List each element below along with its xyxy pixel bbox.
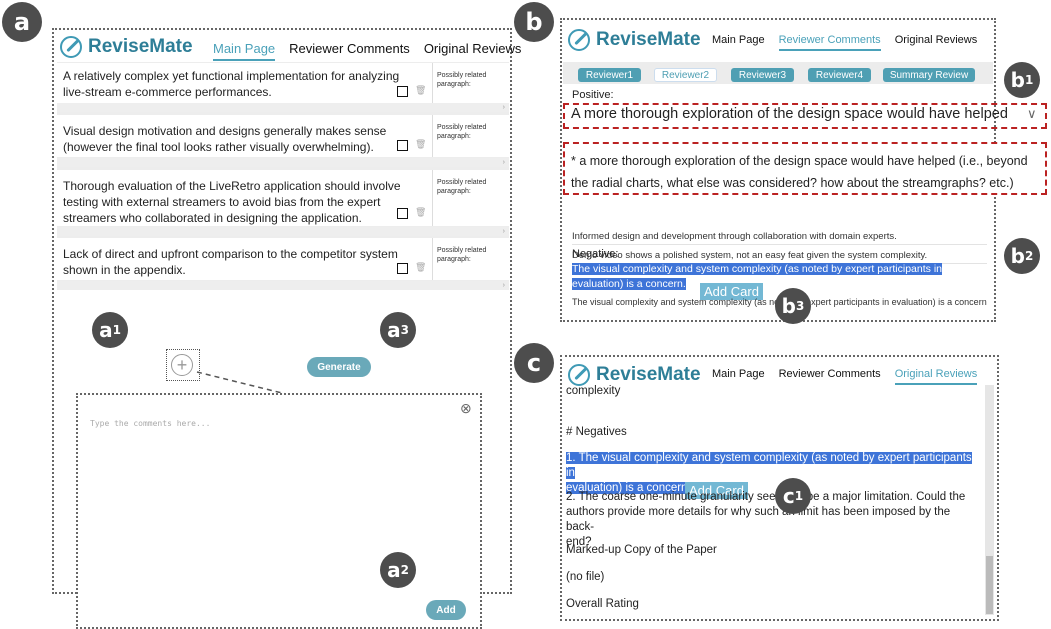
- card-expand-strip[interactable]: ›: [57, 103, 509, 112]
- nav-original-reviews[interactable]: Original Reviews: [424, 41, 522, 61]
- trash-icon[interactable]: 🗑: [415, 207, 426, 218]
- scrollbar-thumb[interactable]: [986, 556, 993, 614]
- highlighted-line[interactable]: 1. The visual complexity and system comp…: [566, 452, 972, 479]
- comment-card[interactable]: Thorough evaluation of the LiveRetro app…: [57, 170, 509, 226]
- negative-item-2: 2. The coarse one-minute granularity see…: [566, 490, 981, 550]
- card-side-note: Possibly related paragraph:: [432, 115, 504, 157]
- pen-circle-icon: [568, 29, 590, 51]
- item-line: 2. The coarse one-minute granularity see…: [566, 491, 966, 503]
- card-side-note: Possibly related paragraph:: [432, 238, 504, 280]
- card-expand-strip[interactable]: ›: [57, 281, 509, 290]
- dropdown-text: A more thorough exploration of the desig…: [571, 106, 1008, 122]
- tab-reviewer1[interactable]: Reviewer1: [578, 68, 641, 82]
- nav-bar: Main Page Reviewer Comments Original Rev…: [712, 34, 977, 51]
- card-text: Visual design motivation and designs gen…: [63, 124, 387, 154]
- nav-main-page[interactable]: Main Page: [712, 34, 765, 51]
- tab-summary-review[interactable]: Summary Review: [883, 68, 975, 82]
- trash-icon[interactable]: 🗑: [415, 85, 426, 96]
- negatives-heading: # Negatives: [566, 426, 627, 438]
- rating-heading: Overall Rating: [566, 598, 639, 610]
- nav-bar: Main Page Reviewer Comments Original Rev…: [712, 368, 978, 385]
- comment-input[interactable]: Type the comments here...: [90, 419, 210, 428]
- trash-icon[interactable]: 🗑: [415, 139, 426, 150]
- markup-heading: Marked-up Copy of the Paper: [566, 544, 717, 556]
- panel-b3-badge: b3: [775, 288, 811, 324]
- close-icon[interactable]: ⊗: [460, 400, 472, 417]
- comment-card[interactable]: Lack of direct and upfront comparison to…: [57, 238, 509, 280]
- card-checkbox[interactable]: [397, 208, 408, 219]
- add-comment-plus-icon[interactable]: +: [171, 354, 193, 376]
- card-text: Lack of direct and upfront comparison to…: [63, 247, 398, 277]
- card-expand-strip[interactable]: ›: [57, 227, 509, 236]
- nav-reviewer-comments[interactable]: Reviewer Comments: [289, 41, 410, 61]
- comment-popup: [76, 393, 482, 629]
- tab-reviewer3[interactable]: Reviewer3: [731, 68, 794, 82]
- panel-c-badge: c: [514, 343, 554, 383]
- app-logo: ReviseMate: [60, 36, 193, 58]
- tab-reviewer2[interactable]: Reviewer2: [654, 68, 717, 82]
- panel-a-badge: a: [2, 2, 42, 42]
- card-side-note: Possibly related paragraph:: [432, 63, 504, 103]
- expanded-comment-text: * a more thorough exploration of the des…: [571, 154, 1028, 190]
- panel-a3-badge: a3: [380, 312, 416, 348]
- app-logo: ReviseMate: [568, 29, 701, 51]
- pen-circle-icon: [60, 36, 82, 58]
- nav-main-page[interactable]: Main Page: [213, 41, 276, 61]
- chevron-down-icon[interactable]: ∨: [1027, 106, 1037, 122]
- positive-row[interactable]: Informed design and development through …: [572, 231, 987, 245]
- app-name: ReviseMate: [596, 364, 701, 385]
- positive-label: Positive:: [572, 89, 614, 101]
- panel-a1-badge: a1: [92, 312, 128, 348]
- card-text: A relatively complex yet functional impl…: [63, 69, 400, 99]
- nav-main-page[interactable]: Main Page: [712, 368, 765, 385]
- nav-reviewer-comments[interactable]: Reviewer Comments: [779, 368, 881, 385]
- comment-card[interactable]: Visual design motivation and designs gen…: [57, 115, 509, 157]
- card-side-note: Possibly related paragraph:: [432, 170, 504, 226]
- nav-original-reviews[interactable]: Original Reviews: [895, 34, 978, 51]
- panel-b-badge: b: [514, 2, 554, 42]
- nav-original-reviews[interactable]: Original Reviews: [894, 368, 978, 385]
- pen-circle-icon: [568, 364, 590, 386]
- panel-a2-badge: a2: [380, 552, 416, 588]
- no-file-text: (no file): [566, 571, 605, 583]
- card-expand-strip[interactable]: ›: [57, 158, 509, 167]
- card-checkbox[interactable]: [397, 263, 408, 274]
- nav-reviewer-comments[interactable]: Reviewer Comments: [778, 34, 881, 51]
- review-line: complexity: [566, 385, 621, 397]
- panel-b1-badge: b1: [1004, 62, 1040, 98]
- app-name: ReviseMate: [88, 36, 193, 57]
- item-line: authors provide more details for why suc…: [566, 506, 951, 533]
- trash-icon[interactable]: 🗑: [415, 262, 426, 273]
- app-name: ReviseMate: [596, 29, 701, 50]
- card-text: Thorough evaluation of the LiveRetro app…: [63, 179, 401, 225]
- negative-label: Negative:: [572, 248, 619, 260]
- negative-highlight[interactable]: The visual complexity and system complex…: [572, 262, 972, 292]
- nav-bar: Main Page Reviewer Comments Original Rev…: [213, 41, 521, 61]
- comment-card[interactable]: A relatively complex yet functional impl…: [57, 63, 509, 103]
- panel-c1-badge: c1: [775, 478, 811, 514]
- card-checkbox[interactable]: [397, 86, 408, 97]
- card-checkbox[interactable]: [397, 140, 408, 151]
- panel-b2-badge: b2: [1004, 238, 1040, 274]
- tab-reviewer4[interactable]: Reviewer4: [808, 68, 871, 82]
- add-button[interactable]: Add: [426, 600, 466, 620]
- generate-button[interactable]: Generate: [307, 357, 371, 377]
- app-logo: ReviseMate: [568, 364, 701, 386]
